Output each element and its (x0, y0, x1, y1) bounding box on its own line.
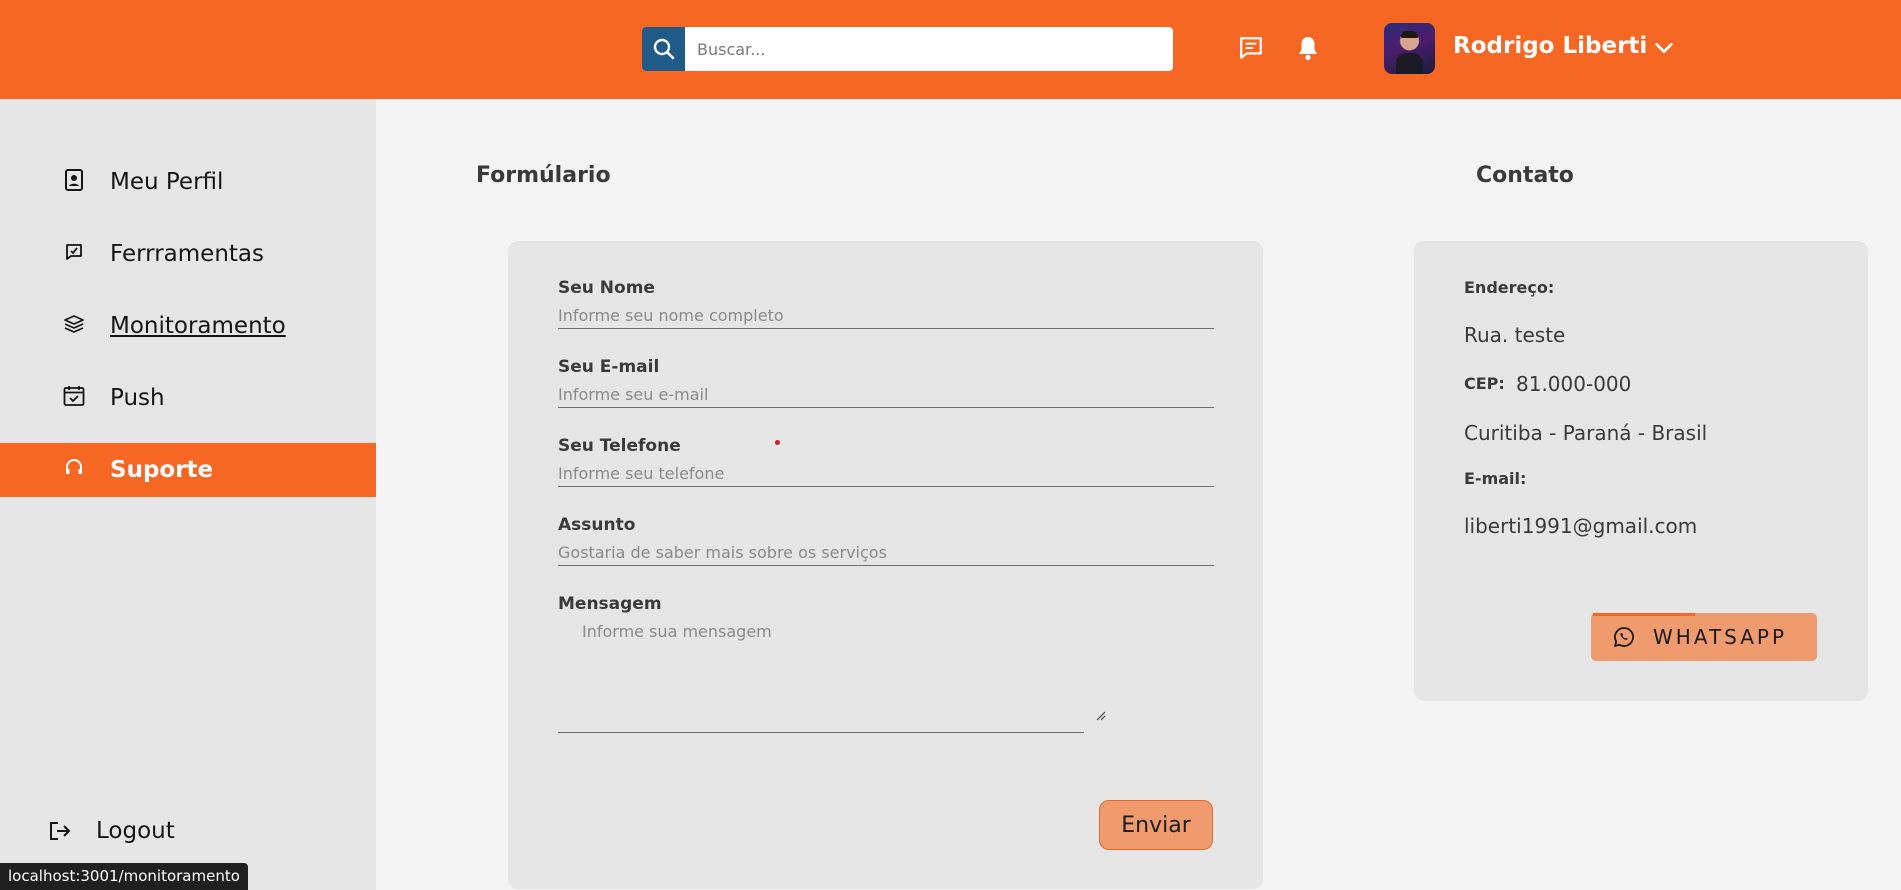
search-button[interactable] (642, 27, 685, 71)
name-label: Seu Nome (558, 278, 655, 298)
city-value: Curitiba - Paraná - Brasil (1464, 421, 1708, 445)
address-value: Rua. teste (1464, 323, 1566, 347)
cep-value: 81.000-000 (1516, 372, 1632, 396)
sidebar-item-label: Push (110, 385, 165, 411)
whatsapp-icon (1613, 626, 1635, 648)
contact-title: Contato (1476, 163, 1574, 188)
chat-button[interactable] (1237, 34, 1265, 62)
monitor-icon (62, 312, 86, 336)
email-label: Seu E-mail (558, 357, 660, 377)
notifications-button[interactable] (1294, 34, 1322, 62)
resize-grip-icon[interactable] (1096, 711, 1106, 721)
sidebar-item-label: Monitoramento (110, 313, 286, 339)
whatsapp-button[interactable]: WHATSAPP (1591, 613, 1817, 661)
logout-button[interactable]: Logout (48, 818, 175, 844)
phone-input[interactable] (558, 460, 1214, 487)
profile-icon (62, 168, 86, 192)
sidebar-item-ferrramentas[interactable]: Ferrramentas (0, 227, 376, 281)
avatar[interactable] (1384, 23, 1435, 74)
subject-field: Assunto (558, 515, 1214, 566)
phone-field: Seu Telefone (558, 436, 1214, 487)
sidebar-item-suporte[interactable]: Suporte (0, 443, 376, 497)
logout-icon (50, 822, 71, 840)
contact-card: Endereço: Rua. teste CEP: 81.000-000 Cur… (1414, 241, 1868, 701)
required-indicator (775, 440, 780, 445)
message-input[interactable] (558, 618, 1084, 733)
subject-input[interactable] (558, 539, 1214, 566)
search-bar (642, 27, 1173, 71)
status-bar-url: localhost:3001/monitoramento (0, 863, 248, 890)
sidebar: Meu Perfil Ferrramentas Monitoramento Pu… (0, 99, 376, 890)
top-header: Rodrigo Liberti (0, 0, 1901, 99)
send-button[interactable]: Enviar (1099, 800, 1213, 850)
name-field: Seu Nome (558, 278, 1214, 329)
chat-icon (1240, 37, 1262, 59)
logout-label: Logout (96, 818, 175, 844)
calendar-check-icon (62, 384, 86, 408)
email-input[interactable] (558, 381, 1214, 408)
tools-icon (62, 240, 86, 264)
search-icon (653, 38, 674, 60)
cep-label: CEP: (1464, 374, 1505, 393)
subject-label: Assunto (558, 515, 636, 535)
address-label: Endereço: (1464, 278, 1555, 297)
bell-icon (1299, 37, 1317, 61)
name-input[interactable] (558, 302, 1214, 329)
message-field: Mensagem (558, 594, 1214, 737)
message-label: Mensagem (558, 594, 662, 614)
email-contact-label: E-mail: (1464, 469, 1527, 488)
button-accent-bar (1593, 613, 1695, 616)
phone-label: Seu Telefone (558, 436, 681, 456)
contact-form: Seu Nome Seu E-mail Seu Telefone Assunto… (508, 241, 1263, 889)
whatsapp-label: WHATSAPP (1653, 625, 1788, 649)
headset-icon (62, 456, 86, 480)
user-menu-toggle[interactable] (1653, 37, 1675, 63)
form-title: Formúlario (476, 163, 611, 188)
sidebar-item-label: Ferrramentas (110, 241, 265, 267)
chevron-down-icon (1655, 42, 1673, 54)
search-input[interactable] (697, 27, 1157, 71)
email-field: Seu E-mail (558, 357, 1214, 408)
email-contact-value: liberti1991@gmail.com (1464, 514, 1698, 538)
sidebar-item-push[interactable]: Push (0, 371, 376, 425)
sidebar-item-monitoramento[interactable]: Monitoramento (0, 299, 376, 353)
sidebar-item-label: Meu Perfil (110, 169, 224, 195)
sidebar-item-meu-perfil[interactable]: Meu Perfil (0, 155, 376, 209)
sidebar-item-label: Suporte (110, 457, 214, 483)
user-name[interactable]: Rodrigo Liberti (1453, 33, 1647, 59)
